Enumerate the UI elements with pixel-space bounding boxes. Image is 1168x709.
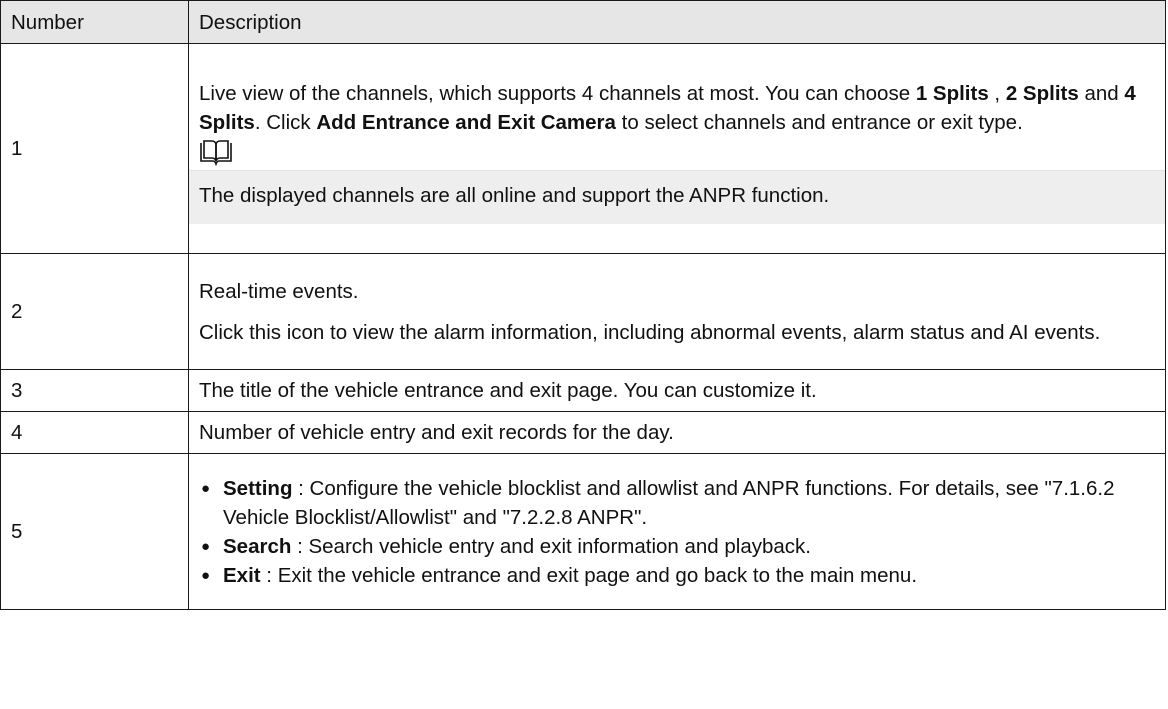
bold-term: 1 Splits	[915, 81, 989, 105]
text: to select channels and entrance or exit …	[615, 110, 1023, 134]
row-number: 3	[0, 369, 189, 412]
header-description: Description	[188, 0, 1166, 44]
description-table: Number Description 1 Live view of the ch…	[0, 0, 1166, 610]
table-row: 5 Setting : Configure the vehicle blockl…	[0, 453, 1166, 610]
text: : Search vehicle entry and exit informat…	[291, 534, 812, 558]
text: and	[1078, 81, 1125, 105]
row-description: Live view of the channels, which support…	[188, 43, 1166, 254]
table-header-row: Number Description	[0, 0, 1166, 44]
bullet-list: Setting : Configure the vehicle blocklis…	[199, 474, 1155, 590]
row-number: 5	[0, 453, 189, 610]
table-row: 3 The title of the vehicle entrance and …	[0, 369, 1166, 412]
row-number: 2	[0, 253, 189, 370]
header-number: Number	[0, 0, 189, 44]
bold-term: 2 Splits	[1005, 81, 1079, 105]
row-number: 4	[0, 411, 189, 454]
list-item: Search : Search vehicle entry and exit i…	[199, 532, 1155, 561]
text: Live view of the channels, which support…	[199, 81, 916, 105]
book-icon	[200, 139, 232, 166]
text: : Configure the vehicle blocklist and al…	[223, 476, 1115, 529]
bold-term: Exit	[223, 563, 261, 587]
text: . Click	[254, 110, 317, 134]
table-row: 1 Live view of the channels, which suppo…	[0, 43, 1166, 254]
table-row: 2 Real-time events. Click this icon to v…	[0, 253, 1166, 370]
row-description: The title of the vehicle entrance and ex…	[188, 369, 1166, 412]
row-paragraph: Real-time events.	[199, 279, 359, 303]
bold-term: Setting	[223, 476, 293, 500]
row-number: 1	[0, 43, 189, 254]
text: ,	[988, 81, 1006, 105]
list-item: Exit : Exit the vehicle entrance and exi…	[199, 561, 1155, 590]
row-description: Real-time events. Click this icon to vie…	[188, 253, 1166, 370]
row-description: Setting : Configure the vehicle blocklis…	[188, 453, 1166, 610]
list-item: Setting : Configure the vehicle blocklis…	[199, 474, 1155, 532]
note-box: The displayed channels are all online an…	[189, 169, 1165, 224]
table-row: 4 Number of vehicle entry and exit recor…	[0, 411, 1166, 454]
row-description: Number of vehicle entry and exit records…	[188, 411, 1166, 454]
text: : Exit the vehicle entrance and exit pag…	[260, 563, 918, 587]
bold-term: Add Entrance and Exit Camera	[316, 110, 616, 134]
bold-term: Search	[223, 534, 292, 558]
row-1-paragraph: Live view of the channels, which support…	[199, 79, 1155, 137]
row-paragraph: Click this icon to view the alarm inform…	[199, 320, 1101, 344]
